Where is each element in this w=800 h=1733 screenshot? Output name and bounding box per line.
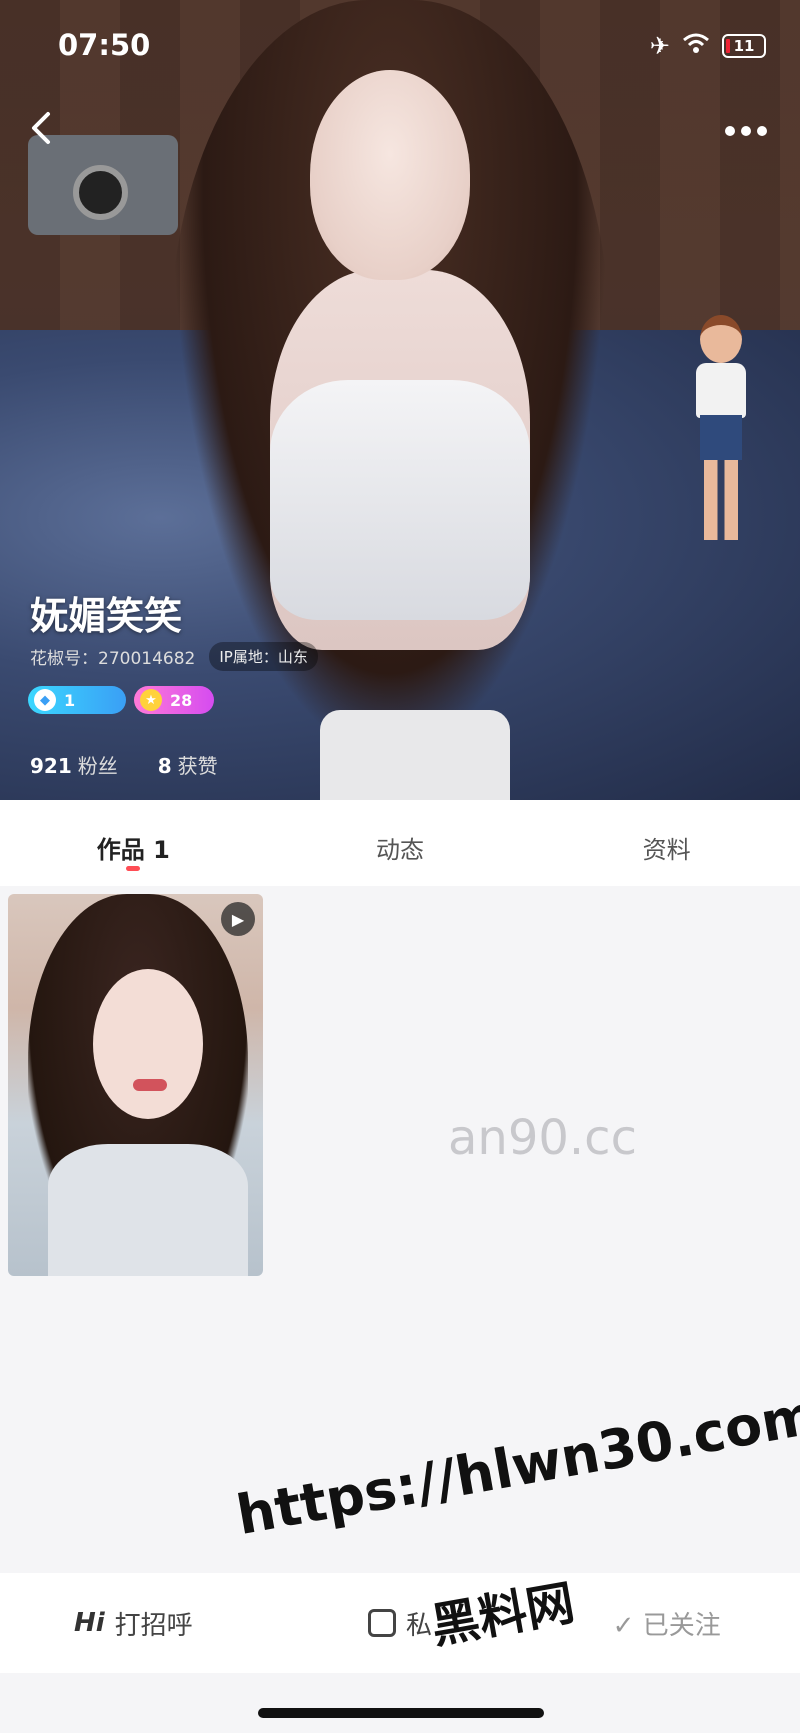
play-icon: ▶ — [221, 902, 255, 936]
star-level-value: 28 — [170, 690, 193, 710]
greet-label: 打招呼 — [114, 1610, 193, 1641]
works-grid: ▶ — [8, 894, 263, 1276]
figure-face — [310, 70, 470, 280]
diamond-icon: ◆ — [34, 689, 56, 711]
level-badges: ◆ 1 ★ 28 — [28, 686, 214, 714]
profile-id-row: 花椒号：270014682 IP属地：山东 — [30, 642, 318, 671]
wealth-level-value: 1 — [64, 690, 76, 710]
cover-figure — [170, 0, 610, 800]
battery-level: 11 — [733, 37, 755, 55]
profile-name: 妩媚笑笑 — [30, 594, 183, 638]
more-button[interactable] — [724, 110, 768, 145]
avatar-pants — [700, 415, 742, 460]
profile-cover-image — [0, 0, 800, 800]
thumb-top — [48, 1144, 248, 1276]
status-time: 07:50 — [58, 28, 151, 62]
battery-icon: 11 — [722, 34, 766, 58]
star-icon: ★ — [140, 689, 162, 711]
likes-stat[interactable]: 8 获赞 — [158, 750, 218, 779]
fans-count: 921 — [30, 754, 72, 778]
profile-id[interactable]: 花椒号：270014682 — [30, 644, 195, 669]
figure-shorts — [320, 710, 510, 800]
tab-works[interactable]: 作品 1 — [0, 800, 267, 886]
tab-moments-label: 动态 — [376, 836, 424, 864]
avatar-head — [700, 315, 742, 363]
video-thumbnail[interactable]: ▶ — [8, 894, 263, 1276]
wifi-icon — [682, 32, 710, 60]
profile-tabs: 作品 1 动态 资料 — [0, 800, 800, 886]
airplane-icon: ✈ — [649, 32, 670, 60]
chevron-left-icon — [32, 112, 50, 144]
avatar-shirt — [696, 363, 746, 418]
back-button[interactable] — [26, 108, 66, 152]
fans-label: 粉丝 — [77, 754, 118, 778]
profile-stats: 921 粉丝 8 获赞 — [30, 750, 218, 779]
tab-moments[interactable]: 动态 — [267, 800, 534, 886]
hi-icon: Hi — [73, 1608, 105, 1638]
watermark-text: an90.cc — [448, 1110, 637, 1166]
thumb-face — [93, 969, 203, 1119]
active-tab-indicator — [126, 866, 141, 871]
home-indicator[interactable] — [258, 1708, 544, 1718]
likes-count: 8 — [157, 754, 172, 778]
thumb-lips — [133, 1079, 167, 1091]
greet-button[interactable]: Hi 打招呼 — [0, 1605, 267, 1642]
message-icon — [368, 1609, 396, 1637]
wealth-level-badge[interactable]: ◆ 1 — [28, 686, 126, 714]
figure-top — [270, 380, 530, 620]
tab-works-label: 作品 1 — [96, 836, 170, 864]
following-label: ✓ 已关注 — [612, 1610, 721, 1641]
tab-profile-info-label: 资料 — [642, 836, 691, 864]
tab-profile-info[interactable]: 资料 — [533, 800, 800, 886]
likes-label: 获赞 — [177, 754, 218, 778]
ip-location-chip: IP属地：山东 — [209, 642, 318, 671]
star-level-badge[interactable]: ★ 28 — [134, 686, 214, 714]
avatar-legs — [704, 460, 738, 540]
bottom-action-bar: Hi 打招呼 私 ✓ 已关注 — [0, 1573, 800, 1673]
status-icons: ✈ 11 — [650, 32, 766, 60]
overlay-url-watermark: https://hlwn30.com — [232, 1382, 800, 1548]
fans-stat[interactable]: 921 粉丝 — [30, 750, 118, 779]
ellipsis-icon — [725, 126, 767, 136]
avatar-character[interactable] — [688, 315, 754, 555]
